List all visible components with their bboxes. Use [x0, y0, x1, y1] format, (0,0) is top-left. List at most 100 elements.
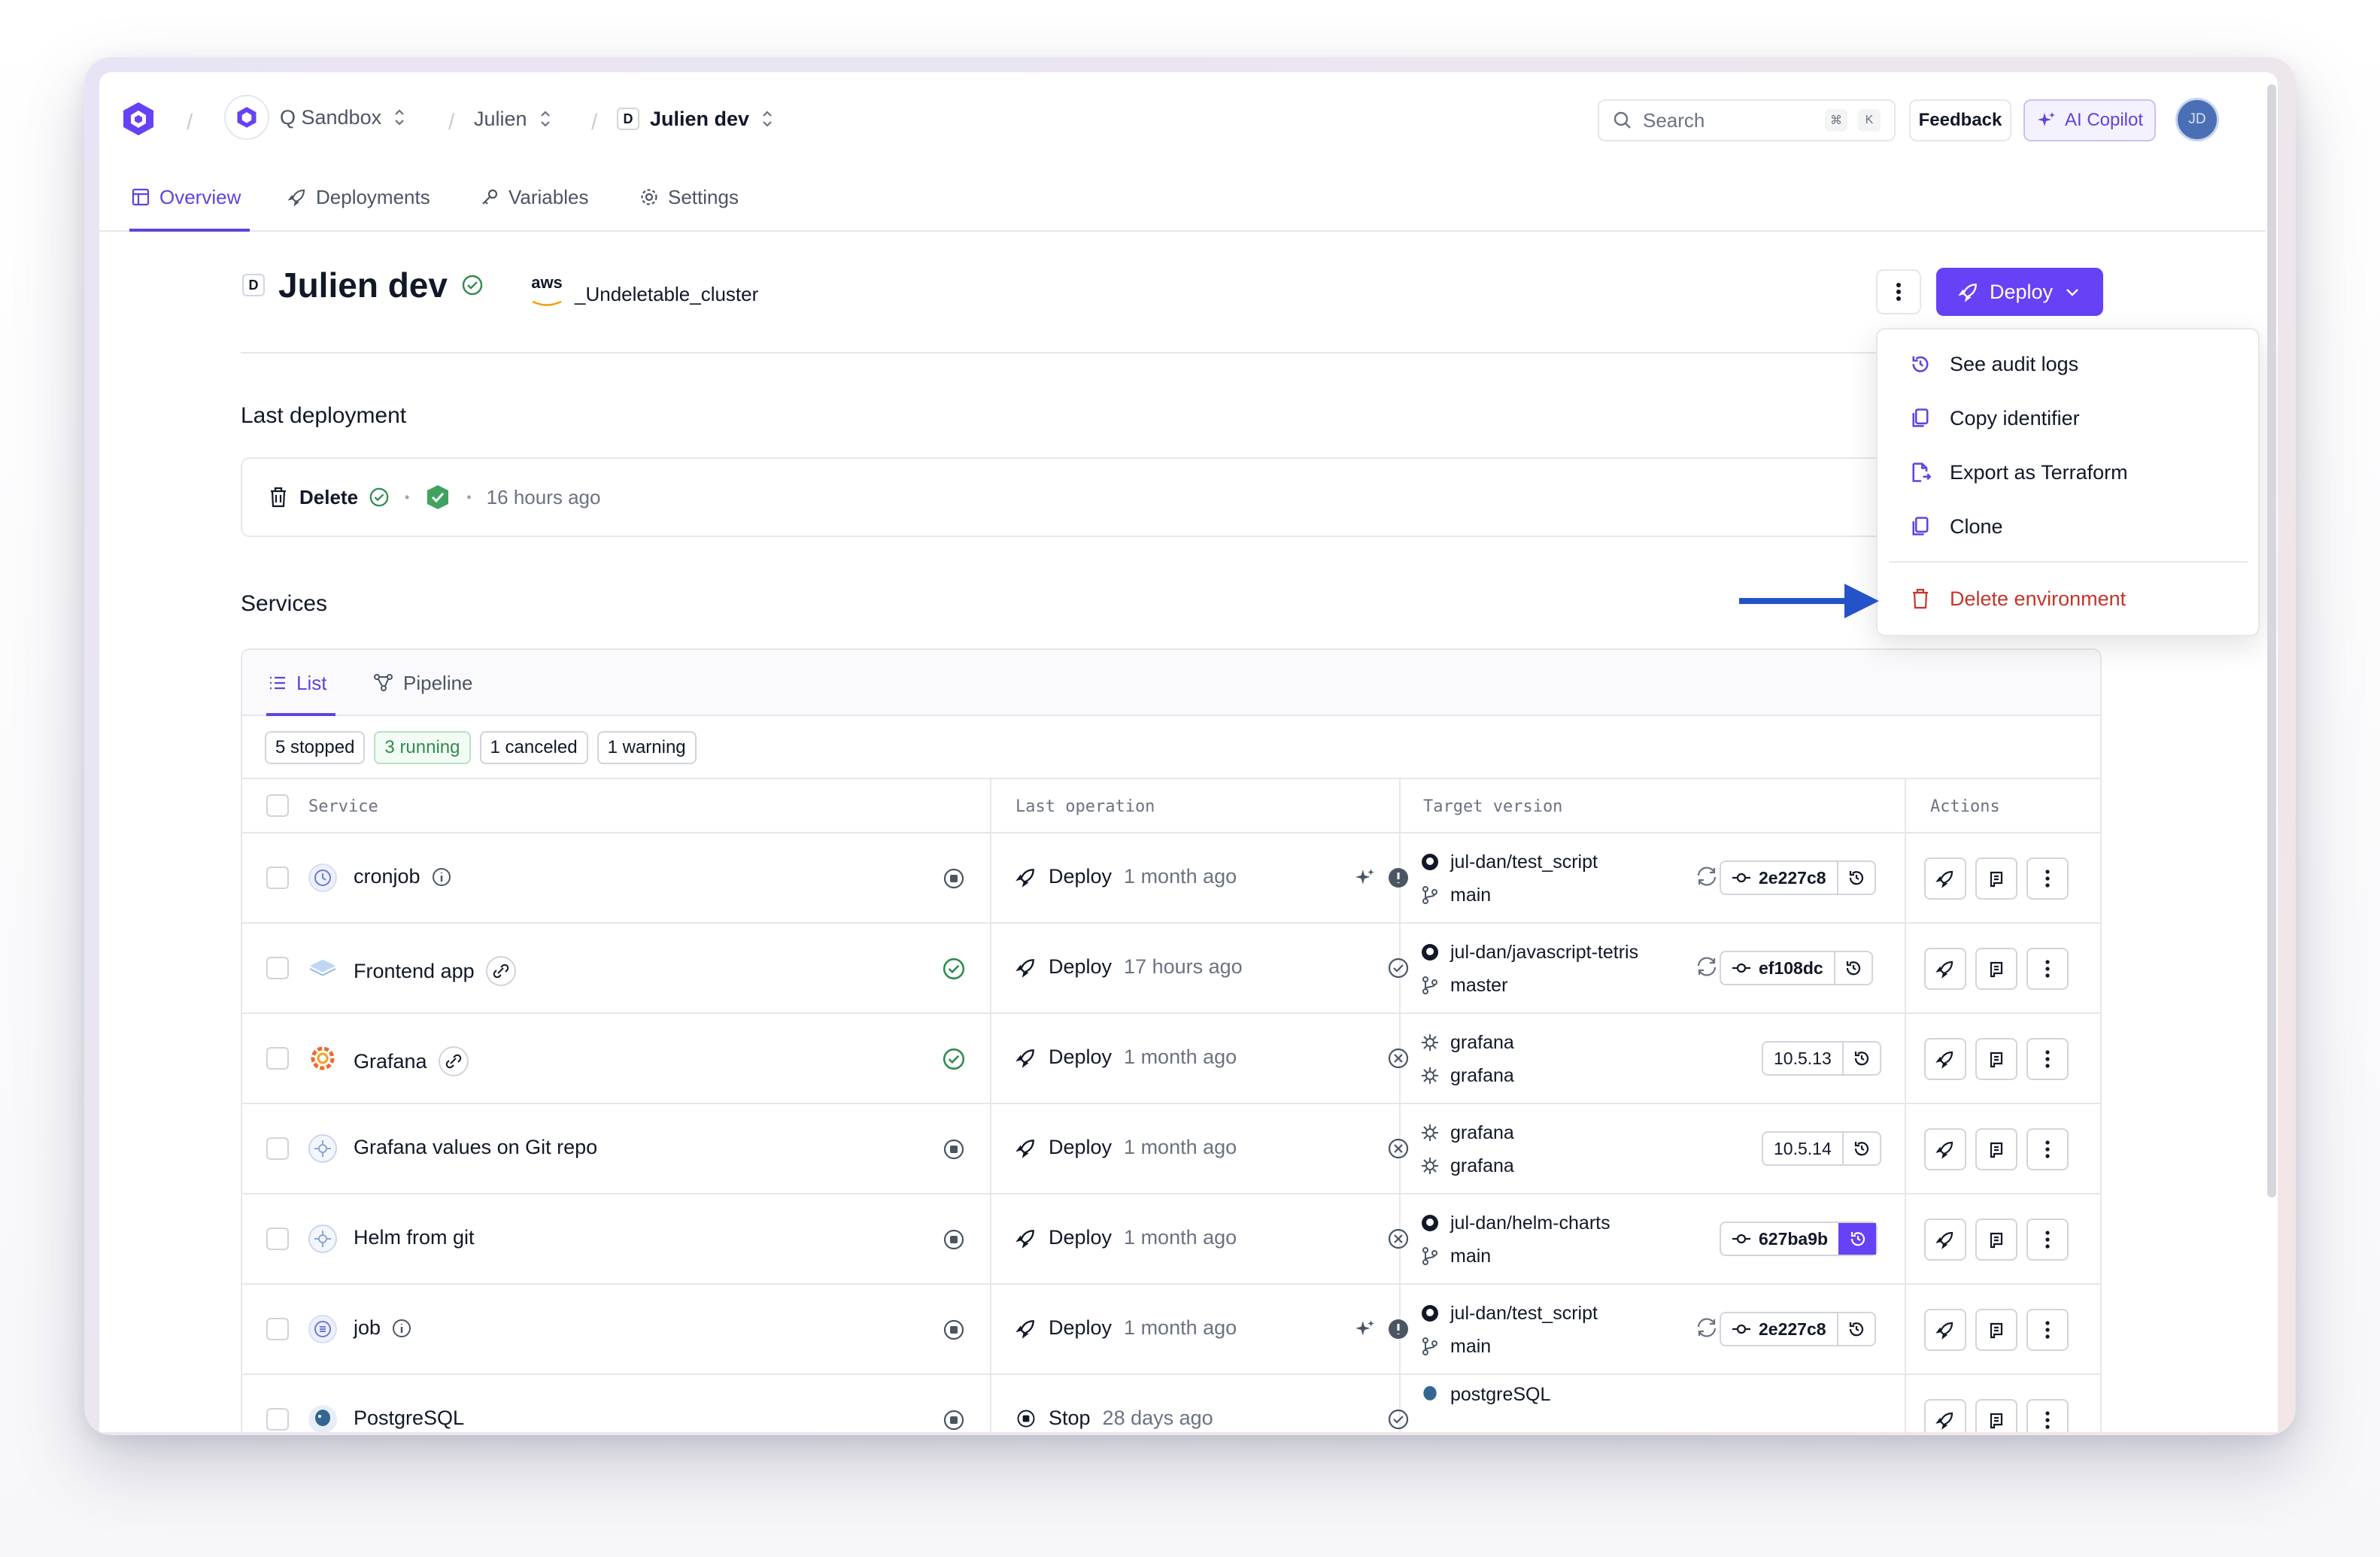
version-selector[interactable]: 10.5.14	[1762, 1131, 1881, 1166]
tab-variables[interactable]: Variables	[480, 181, 588, 214]
history-icon	[1854, 1142, 1868, 1156]
logs-button[interactable]	[1975, 948, 2017, 990]
table-row[interactable]: Helm from git Deploy 1 month ago jul-dan…	[242, 1194, 2100, 1285]
tab-overview[interactable]: Overview	[131, 181, 241, 214]
table-row[interactable]: Grafana values on Git repo Deploy 1 mont…	[242, 1104, 2100, 1194]
service-name[interactable]: Grafana	[354, 1046, 469, 1077]
rocket-icon	[1958, 284, 1977, 302]
more-options-button[interactable]	[2026, 857, 2069, 900]
table-row[interactable]: PostgreSQL Stop 28 days ago postgreSQL	[242, 1375, 2100, 1432]
tab-settings[interactable]: Settings	[639, 181, 739, 214]
breadcrumb-environment[interactable]: D Julien dev	[617, 102, 775, 135]
more-options-button[interactable]	[2026, 1309, 2069, 1351]
dot-separator: •	[405, 489, 410, 505]
service-name[interactable]: cronjob	[354, 865, 452, 888]
row-checkbox[interactable]	[266, 1047, 289, 1070]
sync-icon[interactable]	[1694, 954, 1720, 979]
deploy-service-button[interactable]	[1924, 1219, 1966, 1261]
service-name[interactable]: PostgreSQL	[354, 1407, 464, 1430]
last-deployment-card[interactable]: Delete • • 16 hours ago	[241, 457, 1918, 537]
logs-button[interactable]	[1975, 1128, 2017, 1170]
filter-canceled[interactable]: 1 canceled	[479, 731, 588, 764]
breadcrumb-project[interactable]: Julien	[474, 102, 553, 135]
ai-copilot-button[interactable]: AI Copilot	[2023, 99, 2156, 141]
deploy-service-button[interactable]	[1924, 1128, 1966, 1170]
more-options-button[interactable]	[2026, 1128, 2069, 1170]
search-input[interactable]: Search ⌘ K	[1598, 99, 1896, 141]
menu-item-clone[interactable]: Clone	[1909, 511, 2003, 542]
qovery-logo-icon[interactable]	[120, 101, 156, 137]
version-selector[interactable]: 2e227c8	[1720, 860, 1876, 895]
services-title: Services	[241, 591, 328, 616]
sync-icon[interactable]	[1694, 1315, 1720, 1340]
logs-button[interactable]	[1975, 1399, 2017, 1432]
row-checkbox[interactable]	[266, 957, 289, 979]
deploy-button[interactable]: Deploy	[1936, 268, 2103, 316]
logs-button[interactable]	[1975, 1219, 2017, 1261]
link-icon[interactable]	[485, 955, 517, 987]
filter-running[interactable]: 3 running	[374, 731, 471, 764]
more-options-button[interactable]	[2026, 1399, 2069, 1432]
filter-stopped[interactable]: 5 stopped	[265, 731, 366, 764]
table-row[interactable]: job Deploy 1 month ago jul-dan/test_scri…	[242, 1285, 2100, 1375]
version-selector[interactable]: 2e227c8	[1720, 1312, 1876, 1346]
deploy-service-button[interactable]	[1924, 948, 1966, 990]
deploy-service-button[interactable]	[1924, 1309, 1966, 1351]
logs-button[interactable]	[1975, 857, 2017, 900]
service-name[interactable]: Helm from git	[354, 1226, 475, 1249]
breadcrumb-separator: /	[591, 110, 598, 135]
deploy-service-button[interactable]	[1924, 1038, 1966, 1080]
menu-item-delete-environment[interactable]: Delete environment	[1909, 584, 2126, 614]
link-icon[interactable]	[438, 1046, 469, 1077]
more-options-button[interactable]	[2026, 948, 2069, 990]
deploy-service-button[interactable]	[1924, 1399, 1966, 1432]
info-icon[interactable]	[431, 867, 452, 888]
breadcrumb-org[interactable]: Q Sandbox	[224, 93, 407, 141]
service-name[interactable]: job	[354, 1316, 412, 1340]
user-avatar[interactable]: JD	[2175, 98, 2219, 141]
row-checkbox[interactable]	[266, 1408, 289, 1431]
select-all-checkbox[interactable]	[266, 794, 289, 817]
filter-warning[interactable]: 1 warning	[597, 731, 697, 764]
github-icon	[1422, 1215, 1438, 1231]
version-selector[interactable]: 627ba9b	[1720, 1222, 1878, 1256]
table-row[interactable]: Grafana Deploy 1 month ago grafana grafa…	[242, 1014, 2100, 1104]
commit-icon	[1732, 873, 1750, 883]
logs-button[interactable]	[1975, 1038, 2017, 1080]
deploy-service-button[interactable]	[1924, 857, 1966, 900]
service-name[interactable]: Grafana values on Git repo	[354, 1136, 597, 1159]
table-row[interactable]: cronjob Deploy 1 month ago jul-dan/test_…	[242, 833, 2100, 924]
table-row[interactable]: Frontend app Deploy 17 hours ago jul-dan…	[242, 924, 2100, 1014]
scrollbar[interactable]	[2267, 84, 2276, 1197]
kebab-icon	[2045, 1321, 2050, 1339]
row-checkbox[interactable]	[266, 1137, 289, 1160]
row-checkbox[interactable]	[266, 1228, 289, 1250]
rocket-icon	[1935, 1412, 1953, 1430]
menu-item-audit-logs[interactable]: See audit logs	[1909, 349, 2078, 379]
version-selector[interactable]: ef108dc	[1720, 951, 1873, 985]
top-bar: / Q Sandbox / Julien / D Julien dev Sear…	[99, 72, 2266, 162]
tab-deployments[interactable]: Deployments	[287, 181, 430, 214]
operation-label: Deploy	[1049, 865, 1113, 888]
row-checkbox[interactable]	[266, 867, 289, 889]
more-options-button[interactable]	[2026, 1219, 2069, 1261]
github-icon	[1422, 944, 1438, 961]
operation-label: Deploy	[1049, 1046, 1113, 1068]
sparkles-icon[interactable]	[1354, 1318, 1377, 1340]
service-name[interactable]: Frontend app	[354, 955, 517, 987]
sparkles-icon[interactable]	[1354, 867, 1377, 889]
version-selector[interactable]: 10.5.13	[1762, 1041, 1881, 1076]
page-title: D Julien dev	[242, 265, 484, 305]
menu-item-copy-identifier[interactable]: Copy identifier	[1909, 403, 2080, 433]
logs-button[interactable]	[1975, 1309, 2017, 1351]
feedback-button[interactable]: Feedback	[1909, 99, 2011, 141]
row-checkbox[interactable]	[266, 1318, 289, 1340]
more-options-button[interactable]	[2026, 1038, 2069, 1080]
stopped-status-icon	[943, 1139, 964, 1160]
menu-item-export-terraform[interactable]: Export as Terraform	[1909, 457, 2128, 487]
info-icon[interactable]	[391, 1318, 412, 1339]
tab-pipeline[interactable]: Pipeline	[373, 668, 473, 698]
tab-list[interactable]: List	[268, 668, 326, 698]
more-options-button[interactable]	[1876, 269, 1921, 314]
sync-icon[interactable]	[1694, 863, 1720, 889]
